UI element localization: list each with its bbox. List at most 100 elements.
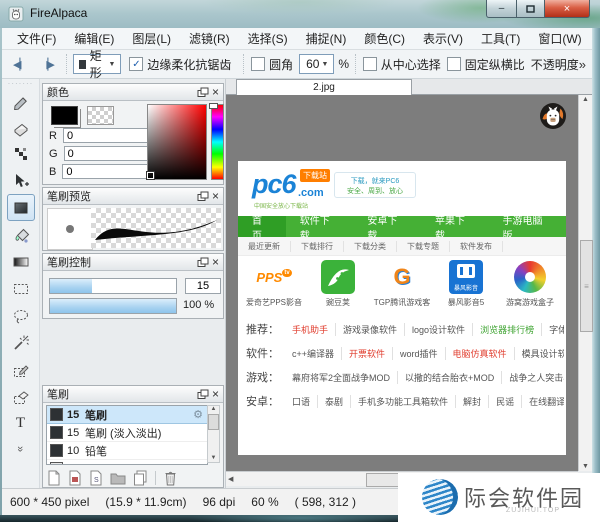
menu-color[interactable]: 颜色(C) xyxy=(355,28,414,49)
brush-row[interactable]: 15 笔刷 (淡入淡出) xyxy=(47,424,207,442)
fixed-ratio-checkbox[interactable] xyxy=(447,57,461,71)
hue-slider[interactable] xyxy=(211,104,224,180)
select-eraser-tool[interactable] xyxy=(7,383,35,410)
float-panel-icon[interactable] xyxy=(197,257,209,268)
lasso-select-tool[interactable] xyxy=(7,302,35,329)
g-label: G xyxy=(49,148,58,160)
toolbar-overflow-chevron[interactable]: » xyxy=(579,57,588,72)
brush-list-scrollbar[interactable]: ▲ ▼ xyxy=(207,405,220,463)
close-icon[interactable]: × xyxy=(212,87,219,97)
scroll-down-icon[interactable]: ▼ xyxy=(211,455,217,461)
menu-edit[interactable]: 编辑(E) xyxy=(65,28,123,49)
new-brush-icon[interactable] xyxy=(47,470,61,486)
brush-row[interactable]: 10 铅笔 xyxy=(47,442,207,460)
close-icon[interactable]: × xyxy=(212,389,219,399)
menu-window[interactable]: 窗口(W) xyxy=(529,28,590,49)
title-bar[interactable]: FireAlpaca – × xyxy=(0,0,600,29)
baofeng-icon: 暴风影音 xyxy=(449,260,483,294)
delete-brush-icon[interactable] xyxy=(164,470,177,486)
from-center-option[interactable]: 从中心选择 xyxy=(363,56,441,73)
round-corner-option[interactable]: 圆角 xyxy=(251,56,293,73)
close-button[interactable]: × xyxy=(544,0,590,18)
new-script-brush-icon[interactable]: S xyxy=(89,470,103,486)
saturation-value-picker[interactable] xyxy=(147,104,207,180)
brush-folder-icon[interactable] xyxy=(110,470,126,486)
b-label: B xyxy=(49,166,56,178)
undo-icon[interactable]: ◀▏ xyxy=(6,58,33,71)
menu-view[interactable]: 表示(V) xyxy=(414,28,472,49)
maximize-button[interactable] xyxy=(517,0,544,18)
menu-snap[interactable]: 捕捉(N) xyxy=(297,28,356,49)
menu-tools[interactable]: 工具(T) xyxy=(472,28,529,49)
pen-tool[interactable] xyxy=(7,86,35,113)
brush-opacity-slider[interactable] xyxy=(49,298,177,314)
b-input[interactable] xyxy=(62,164,150,179)
dither-tool[interactable] xyxy=(7,140,35,167)
scroll-down-icon[interactable]: ▼ xyxy=(579,463,592,470)
menu-file[interactable]: 文件(F) xyxy=(8,28,65,49)
g-input[interactable] xyxy=(64,146,152,161)
bucket-tool[interactable] xyxy=(7,221,35,248)
brush-size-value[interactable] xyxy=(185,278,221,294)
app-baofeng: 暴风影音 暴风影音5 xyxy=(434,260,498,312)
toolstrip-more-chevron[interactable]: » xyxy=(15,446,27,452)
scroll-up-icon[interactable]: ▲ xyxy=(579,96,592,103)
status-cm: (15.9 * 11.9cm) xyxy=(105,495,186,509)
brush-panel-titlebar[interactable]: 笔刷 × xyxy=(43,386,223,403)
close-icon[interactable]: × xyxy=(212,257,219,267)
scroll-left-icon[interactable]: ◀ xyxy=(228,475,233,483)
menu-filter[interactable]: 滤镜(R) xyxy=(180,28,239,49)
redo-icon[interactable]: ▕▶ xyxy=(33,58,60,71)
rect-select-tool[interactable] xyxy=(7,275,35,302)
float-panel-icon[interactable] xyxy=(197,87,209,98)
antialias-checkbox[interactable]: ✓ xyxy=(129,57,143,71)
from-center-checkbox[interactable] xyxy=(363,57,377,71)
r-input[interactable] xyxy=(63,128,151,143)
drawing-canvas[interactable]: pc6 下载站 .com 中国安全放心下载站 下载，就来PC6 安全、周到、放心… xyxy=(226,95,578,471)
duplicate-brush-icon[interactable] xyxy=(133,470,148,486)
close-icon[interactable]: × xyxy=(212,191,219,201)
gear-icon[interactable]: ⚙ xyxy=(193,408,203,421)
brush-size-slider[interactable] xyxy=(49,278,177,294)
scroll-thumb[interactable] xyxy=(208,414,219,430)
move-tool[interactable] xyxy=(7,167,35,194)
canvas-vertical-scrollbar[interactable]: ▲ ≡ ▼ xyxy=(578,95,592,471)
nav-mobile-game: 手游电脑版 xyxy=(489,216,566,237)
game-links-row: 游戏： 幕府将军2全面战争MOD以撒的结合胎衣+MOD战争之人突击小队2MOD xyxy=(246,367,564,387)
rectangle-tool[interactable] xyxy=(7,194,35,221)
pc6-logo: pc6 xyxy=(252,169,296,200)
antialias-option[interactable]: ✓ 边缘柔化抗锯齿 xyxy=(129,56,231,73)
brush-row[interactable] xyxy=(47,460,207,465)
float-panel-icon[interactable] xyxy=(197,389,209,400)
brush-control-titlebar[interactable]: 笔刷控制 × xyxy=(43,254,223,271)
menu-layer[interactable]: 图层(L) xyxy=(123,28,180,49)
menu-help[interactable]: Help xyxy=(591,30,600,48)
brush-stroke-preview xyxy=(91,208,221,248)
eraser-tool[interactable] xyxy=(7,113,35,140)
app-pps: PPStv 爱奇艺PPS影音 xyxy=(242,260,306,312)
transparent-color-swatch[interactable] xyxy=(87,106,114,125)
scroll-thumb[interactable]: ≡ xyxy=(580,240,593,332)
minimize-button[interactable]: – xyxy=(486,0,517,18)
brush-preview-titlebar[interactable]: 笔刷预览 × xyxy=(43,188,223,205)
float-panel-icon[interactable] xyxy=(197,191,209,202)
magic-wand-tool[interactable] xyxy=(7,329,35,356)
shape-select[interactable]: 矩形 ▼ xyxy=(73,54,121,74)
new-bitmap-brush-icon[interactable] xyxy=(68,470,82,486)
nav-home: 首页 xyxy=(238,216,286,237)
gradient-tool[interactable] xyxy=(7,248,35,275)
round-corner-label: 圆角 xyxy=(269,56,293,73)
watermark-domain: ZUJIHUI.TOP xyxy=(506,507,560,514)
scroll-up-icon[interactable]: ▲ xyxy=(211,406,217,412)
round-corner-checkbox[interactable] xyxy=(251,57,265,71)
fixed-ratio-option[interactable]: 固定纵横比 xyxy=(447,56,525,73)
foreground-color-swatch[interactable] xyxy=(51,106,78,125)
brush-row[interactable]: 15 笔刷 ⚙ xyxy=(47,406,207,424)
text-tool[interactable]: T xyxy=(7,410,35,437)
tool-options-bar: ◀▏ ▕▶ 矩形 ▼ ✓ 边缘柔化抗锯齿 圆角 60 ▼ % 从中心选择 固定纵 xyxy=(2,50,592,79)
document-tab[interactable]: 2.jpg xyxy=(236,79,412,95)
round-corner-combo[interactable]: 60 ▼ xyxy=(299,54,334,74)
select-pen-tool[interactable] xyxy=(7,356,35,383)
color-panel-titlebar[interactable]: 颜色 × xyxy=(43,84,223,101)
menu-select[interactable]: 选择(S) xyxy=(239,28,297,49)
